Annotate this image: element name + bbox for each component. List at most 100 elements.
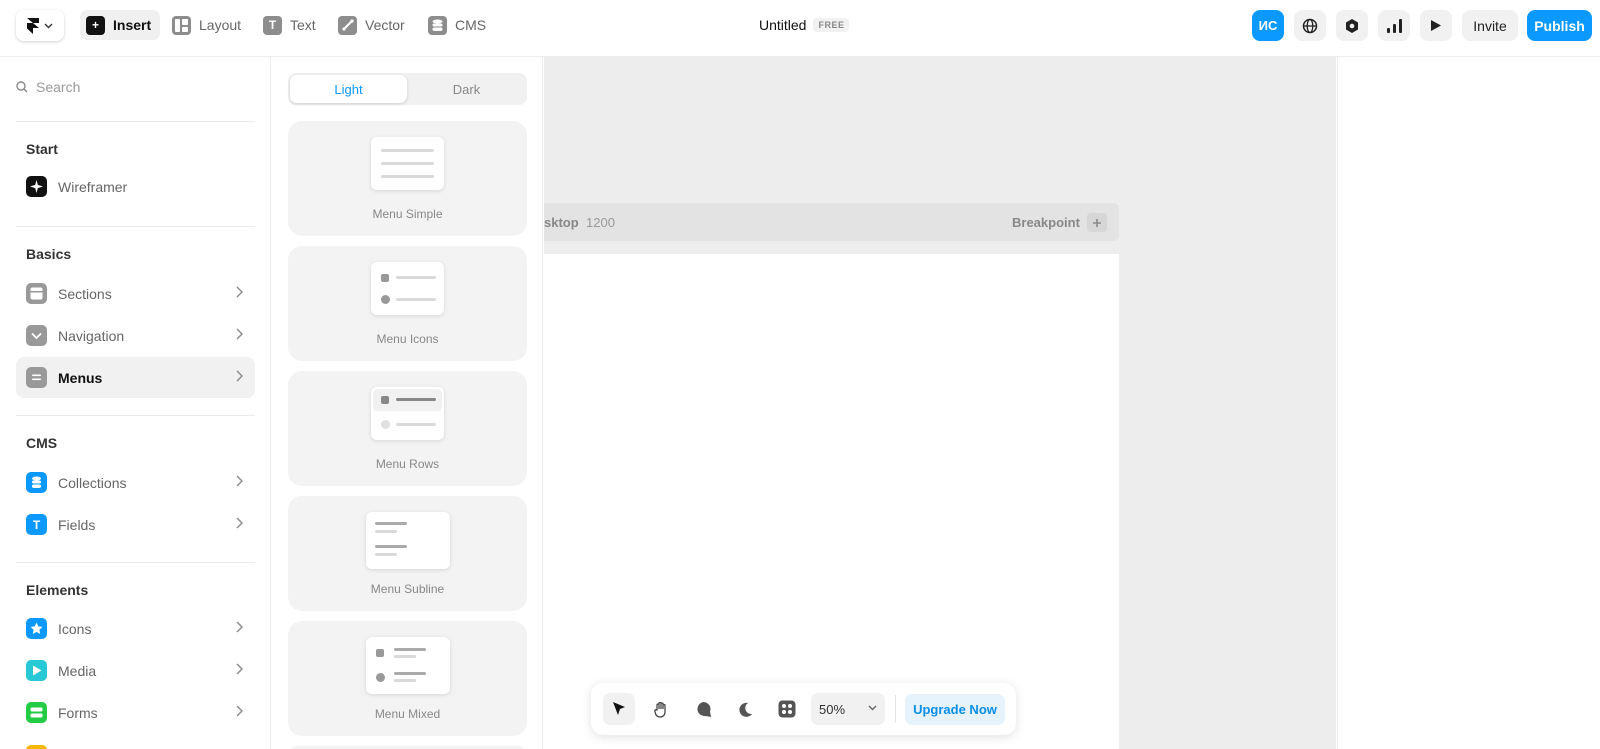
chevron-right-icon <box>236 328 243 340</box>
insert-sidebar: Search Start Wireframer Basics Sections … <box>0 57 271 749</box>
section-title-start: Start <box>26 141 58 157</box>
canvas-toolbar: 50% Upgrade Now <box>591 683 1016 735</box>
component-card-menu-mixed[interactable]: Menu Mixed <box>288 621 527 736</box>
component-card-menu-icons[interactable]: Menu Icons <box>288 246 527 361</box>
settings-button[interactable] <box>1336 10 1368 41</box>
sidebar-item-forms[interactable]: Forms <box>16 692 255 733</box>
sidebar-item-label: Forms <box>58 704 98 721</box>
hexagon-icon <box>1346 18 1358 33</box>
divider <box>16 562 255 563</box>
database-icon <box>26 472 47 493</box>
tool-vector[interactable]: Vector <box>332 10 414 40</box>
avatar[interactable]: ИС <box>1252 10 1284 41</box>
desktop-frame[interactable] <box>544 254 1119 749</box>
component-card-label: Menu Mixed <box>374 707 441 721</box>
tool-insert-label: Insert <box>113 17 152 33</box>
document-title[interactable]: Untitled FREE <box>759 17 850 33</box>
plus-icon <box>1093 218 1101 227</box>
publish-button[interactable]: Publish <box>1527 10 1592 41</box>
globe-icon <box>1302 18 1318 33</box>
form-icon <box>26 702 47 723</box>
divider <box>16 415 255 416</box>
chevron-right-icon <box>236 370 243 382</box>
chevron-right-icon <box>236 286 243 298</box>
design-canvas[interactable]: sktop 1200 Breakpoint <box>544 57 1336 749</box>
dark-mode-button[interactable] <box>729 693 761 725</box>
component-card-label: Menu Subline <box>370 582 445 596</box>
component-card-menu-rows[interactable]: Menu Rows <box>288 371 527 486</box>
chevron-right-icon <box>236 475 243 487</box>
sidebar-item-label: Sections <box>58 285 112 302</box>
tool-layout-label: Layout <box>199 17 242 33</box>
sidebar-item-navigation[interactable]: Navigation <box>16 315 255 356</box>
breakpoint-bar[interactable]: sktop 1200 Breakpoint <box>544 203 1119 241</box>
theme-dark-button[interactable]: Dark <box>408 75 525 103</box>
zoom-select[interactable]: 50% <box>811 693 885 725</box>
toolbar-divider <box>895 695 896 723</box>
analytics-button[interactable] <box>1378 10 1410 41</box>
component-thumbnail <box>371 137 444 190</box>
play-icon <box>1431 20 1441 31</box>
section-title-cms: CMS <box>26 435 58 451</box>
sidebar-item-wireframer[interactable]: Wireframer <box>16 166 255 207</box>
cursor-icon <box>613 702 625 715</box>
sidebar-item-menus[interactable]: Menus <box>16 357 255 398</box>
chevron-right-icon <box>236 705 243 717</box>
sections-icon <box>26 283 47 304</box>
tool-text[interactable]: T Text <box>257 10 325 40</box>
tool-insert[interactable]: + Insert <box>80 10 161 40</box>
breakpoint-name: sktop <box>544 215 579 230</box>
comment-tool-button[interactable] <box>687 693 719 725</box>
sidebar-item-media[interactable]: Media <box>16 650 255 691</box>
sparkle-icon <box>26 176 47 197</box>
layout-icon <box>172 15 191 35</box>
chevron-right-icon <box>236 621 243 633</box>
component-thumbnail <box>371 387 444 440</box>
tool-cms-label: CMS <box>455 17 487 33</box>
zoom-value: 50% <box>819 701 846 717</box>
framer-logo-icon <box>27 17 39 34</box>
section-title-basics: Basics <box>26 246 72 262</box>
sidebar-item-icons[interactable]: Icons <box>16 608 255 649</box>
chevron-down-icon <box>868 705 877 711</box>
search-field[interactable]: Search <box>16 79 80 95</box>
component-thumbnail <box>366 637 450 694</box>
vector-icon <box>338 15 357 35</box>
search-icon <box>16 81 28 93</box>
partial-item-icon <box>26 745 47 749</box>
sidebar-item-label: Fields <box>58 516 96 533</box>
app-menu-button[interactable] <box>16 10 64 41</box>
plus-icon: + <box>86 15 105 35</box>
sidebar-item-label: Wireframer <box>58 178 128 195</box>
upgrade-button[interactable]: Upgrade Now <box>905 694 1005 725</box>
component-card-label: Menu Simple <box>372 207 443 221</box>
globe-icon-button[interactable] <box>1294 10 1326 41</box>
database-icon <box>428 15 447 35</box>
add-breakpoint-button[interactable] <box>1087 213 1107 232</box>
component-card-menu-simple[interactable]: Menu Simple <box>288 121 527 236</box>
sidebar-item-collections[interactable]: Collections <box>16 462 255 503</box>
tool-cms[interactable]: CMS <box>422 10 495 40</box>
theme-toggle: Light Dark <box>288 73 527 105</box>
navigation-icon <box>26 325 47 346</box>
tool-vector-label: Vector <box>365 17 405 33</box>
component-card-label: Menu Rows <box>375 457 440 471</box>
tool-layout[interactable]: Layout <box>166 10 250 40</box>
divider <box>16 226 255 227</box>
sidebar-item-label: Collections <box>58 474 127 491</box>
theme-light-button[interactable]: Light <box>290 75 407 103</box>
section-title-elements: Elements <box>26 582 89 598</box>
sidebar-item-sections[interactable]: Sections <box>16 273 255 314</box>
invite-button[interactable]: Invite <box>1462 10 1518 41</box>
sidebar-item-fields[interactable]: T Fields <box>16 504 255 545</box>
play-icon <box>26 660 47 681</box>
components-button[interactable] <box>771 693 803 725</box>
tool-text-label: Text <box>290 17 316 33</box>
plan-badge: FREE <box>813 18 850 32</box>
select-tool-button[interactable] <box>603 693 635 725</box>
preview-button[interactable] <box>1420 10 1452 41</box>
chevron-right-icon <box>236 663 243 675</box>
hand-tool-button[interactable] <box>645 693 677 725</box>
component-card-menu-subline[interactable]: Menu Subline <box>288 496 527 611</box>
sidebar-item-label: Menus <box>58 369 103 386</box>
